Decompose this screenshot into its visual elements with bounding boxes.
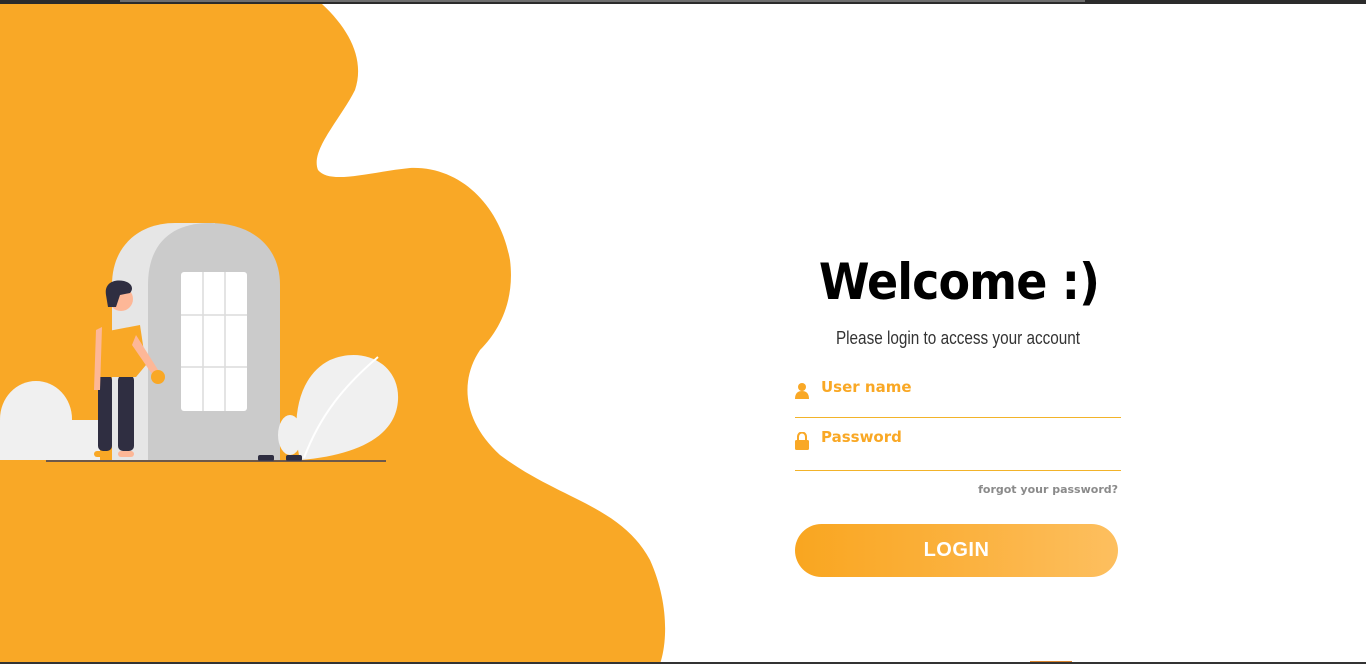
login-page: Welcome :) Please login to access your a… bbox=[0, 0, 1366, 664]
password-field bbox=[795, 418, 1121, 471]
welcome-title: Welcome :) bbox=[818, 253, 1100, 311]
login-button[interactable]: LOGIN bbox=[795, 524, 1118, 577]
password-input[interactable] bbox=[821, 422, 1111, 452]
user-icon bbox=[795, 383, 809, 399]
login-subtitle: Please login to access your account bbox=[835, 328, 1081, 348]
forgot-password-link[interactable]: forgot your password? bbox=[795, 483, 1118, 496]
right-bush bbox=[278, 354, 399, 460]
lock-icon bbox=[795, 432, 809, 450]
left-bush bbox=[0, 381, 100, 460]
door-window bbox=[181, 272, 247, 411]
person-at-door-illustration bbox=[0, 223, 399, 462]
username-input[interactable] bbox=[821, 372, 1111, 402]
username-field bbox=[795, 369, 1121, 418]
login-form: Welcome :) Please login to access your a… bbox=[795, 250, 1121, 577]
